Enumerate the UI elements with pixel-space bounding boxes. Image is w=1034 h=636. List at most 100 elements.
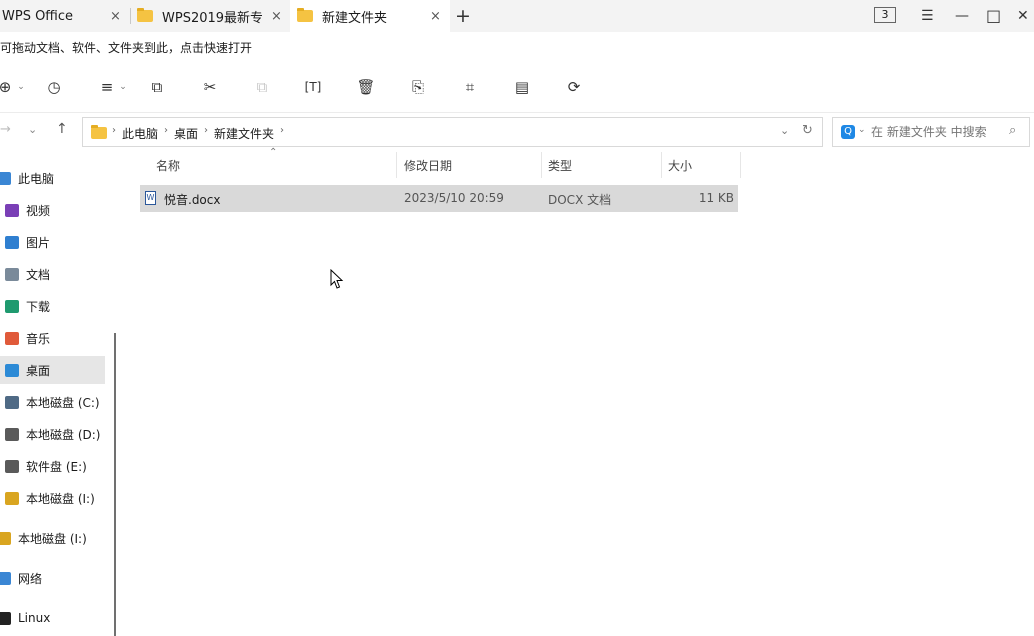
sidebar-item-label: 视频 xyxy=(26,203,51,218)
recent-dropdown-icon[interactable]: ⌄ xyxy=(28,123,37,136)
tab-bar: WPS Office × WPS2019最新专业 × 新建文件夹 × + 3 ☰… xyxy=(0,0,1034,32)
file-name[interactable]: 悦音.docx xyxy=(164,191,220,208)
linux-icon xyxy=(0,611,11,625)
word-document-icon: W xyxy=(145,191,156,205)
network-icon xyxy=(0,571,11,585)
tab-label: 新建文件夹 xyxy=(322,10,388,26)
drive-icon xyxy=(5,459,19,473)
sidebar-item-label: 音乐 xyxy=(26,331,51,346)
file-type: DOCX 文档 xyxy=(548,193,612,207)
document-icon xyxy=(5,267,19,281)
sidebar-item[interactable]: 本地磁盘 (I:) xyxy=(0,524,105,552)
music-icon xyxy=(5,331,19,345)
column-divider[interactable] xyxy=(661,152,662,178)
maximize-button[interactable]: □ xyxy=(986,6,1001,25)
sidebar-item[interactable]: 音乐 xyxy=(0,324,105,352)
refresh-icon[interactable]: ⟳ xyxy=(565,78,583,96)
tab-wps-office[interactable]: WPS Office × xyxy=(0,0,130,32)
share-icon[interactable]: ⎘ xyxy=(409,78,427,96)
sidebar-item-label: 桌面 xyxy=(26,363,51,378)
search-input[interactable] xyxy=(871,122,1001,142)
chevron-down-icon[interactable]: ⌄ xyxy=(114,78,132,96)
sidebar-item[interactable]: Linux xyxy=(0,604,105,632)
video-icon xyxy=(5,203,19,217)
sidebar-item-label: 网络 xyxy=(18,571,43,586)
crop-icon[interactable]: ⌗ xyxy=(461,78,479,96)
chevron-right-icon[interactable]: › xyxy=(164,125,168,136)
usb-drive-icon xyxy=(5,491,19,505)
address-bar[interactable]: › 此电脑 › 桌面 › 新建文件夹 › ⌄ ↻ xyxy=(82,117,823,147)
sidebar-item-label: 此电脑 xyxy=(18,171,55,186)
breadcrumb-desktop[interactable]: 桌面 xyxy=(174,125,198,142)
column-header-modified[interactable]: 修改日期 xyxy=(404,157,452,174)
folder-icon xyxy=(91,125,107,139)
column-header-name[interactable]: 名称 xyxy=(156,157,180,174)
column-divider[interactable] xyxy=(396,152,397,178)
column-header-size[interactable]: 大小 xyxy=(668,157,692,174)
sidebar-item-label: 软件盘 (E:) xyxy=(26,459,87,474)
forward-arrow-icon[interactable]: → xyxy=(0,122,11,137)
search-engine-icon[interactable]: Q xyxy=(841,125,855,139)
drive-c-icon xyxy=(5,395,19,409)
desktop-icon xyxy=(5,363,19,377)
properties-icon[interactable]: ▤ xyxy=(513,78,531,96)
tab-new-folder[interactable]: 新建文件夹 × xyxy=(290,0,450,32)
search-box[interactable]: Q ⌄ ⌕ xyxy=(832,117,1030,147)
chevron-right-icon[interactable]: › xyxy=(112,125,116,136)
sidebar-item-label: 本地磁盘 (I:) xyxy=(26,491,95,506)
toolbar: ⊕ ⌄ ◷ ≡ ⌄ ⧉ ✂ ⧉ [T] 🗑 ⎘ ⌗ ▤ ⟳ xyxy=(0,62,1034,113)
up-arrow-icon[interactable]: ↑ xyxy=(56,121,68,137)
breadcrumb-new-folder[interactable]: 新建文件夹 xyxy=(214,125,274,142)
new-tab-button[interactable]: + xyxy=(455,5,471,27)
search-icon[interactable]: ⌕ xyxy=(1009,123,1016,138)
folder-icon xyxy=(297,8,313,22)
sidebar-item[interactable]: 此电脑 xyxy=(0,164,105,192)
folder-icon xyxy=(137,8,153,22)
chevron-right-icon[interactable]: › xyxy=(280,125,284,136)
close-icon[interactable]: × xyxy=(271,9,282,24)
sort-ascending-icon: ⌃ xyxy=(269,147,278,158)
sidebar-item[interactable]: 软件盘 (E:) xyxy=(0,452,105,480)
sidebar-item[interactable]: 网络 xyxy=(0,564,105,592)
sidebar-item[interactable]: 文档 xyxy=(0,260,105,288)
cut-icon[interactable]: ✂ xyxy=(201,78,219,96)
sidebar-item-label: 本地磁盘 (D:) xyxy=(26,427,101,442)
mouse-cursor-icon xyxy=(330,269,344,289)
sidebar-item[interactable]: 视频 xyxy=(0,196,105,224)
tab-count-badge[interactable]: 3 xyxy=(874,7,896,23)
sidebar-item[interactable]: 本地磁盘 (C:) xyxy=(0,388,105,416)
clock-icon[interactable]: ◷ xyxy=(45,78,63,96)
chevron-down-icon[interactable]: ⌄ xyxy=(858,125,866,135)
chevron-right-icon[interactable]: › xyxy=(204,125,208,136)
rename-icon[interactable]: [T] xyxy=(304,78,322,96)
sidebar-item[interactable]: 本地磁盘 (I:) xyxy=(0,484,105,512)
scrollbar[interactable] xyxy=(114,333,116,636)
chevron-down-icon[interactable]: ⌄ xyxy=(780,124,789,137)
sidebar-item[interactable]: 图片 xyxy=(0,228,105,256)
file-size: 11 KB xyxy=(698,191,734,205)
menu-button[interactable]: ☰ xyxy=(921,8,934,24)
breadcrumb-this-pc[interactable]: 此电脑 xyxy=(122,125,158,142)
sidebar-item[interactable]: 下载 xyxy=(0,292,105,320)
column-header-type[interactable]: 类型 xyxy=(548,157,572,174)
copy-icon[interactable]: ⧉ xyxy=(148,78,166,96)
hint-bar: 可拖动文档、软件、文件夹到此，点击快速打开 xyxy=(0,32,1034,62)
tab-wps2019[interactable]: WPS2019最新专业 × xyxy=(131,0,290,32)
table-row[interactable]: W 悦音.docx 2023/5/10 20:59 DOCX 文档 11 KB xyxy=(140,185,738,212)
column-divider[interactable] xyxy=(541,152,542,178)
close-icon[interactable]: × xyxy=(110,9,121,24)
tab-label: WPS2019最新专业 xyxy=(162,10,262,26)
sidebar-item-label: Linux xyxy=(18,611,51,625)
refresh-icon[interactable]: ↻ xyxy=(802,123,813,138)
sidebar-item[interactable]: 本地磁盘 (D:) xyxy=(0,420,105,448)
delete-icon[interactable]: 🗑 xyxy=(356,78,375,96)
minimize-button[interactable]: — xyxy=(955,8,969,24)
paste-icon[interactable]: ⧉ xyxy=(253,78,271,96)
column-divider[interactable] xyxy=(740,152,741,178)
close-window-button[interactable]: ✕ xyxy=(1017,8,1029,24)
sidebar-item-label: 本地磁盘 (C:) xyxy=(26,395,100,410)
close-icon[interactable]: × xyxy=(430,9,441,24)
sidebar-item[interactable]: 桌面 xyxy=(0,356,105,384)
sidebar-item-label: 下载 xyxy=(26,299,51,314)
chevron-down-icon[interactable]: ⌄ xyxy=(12,78,30,96)
